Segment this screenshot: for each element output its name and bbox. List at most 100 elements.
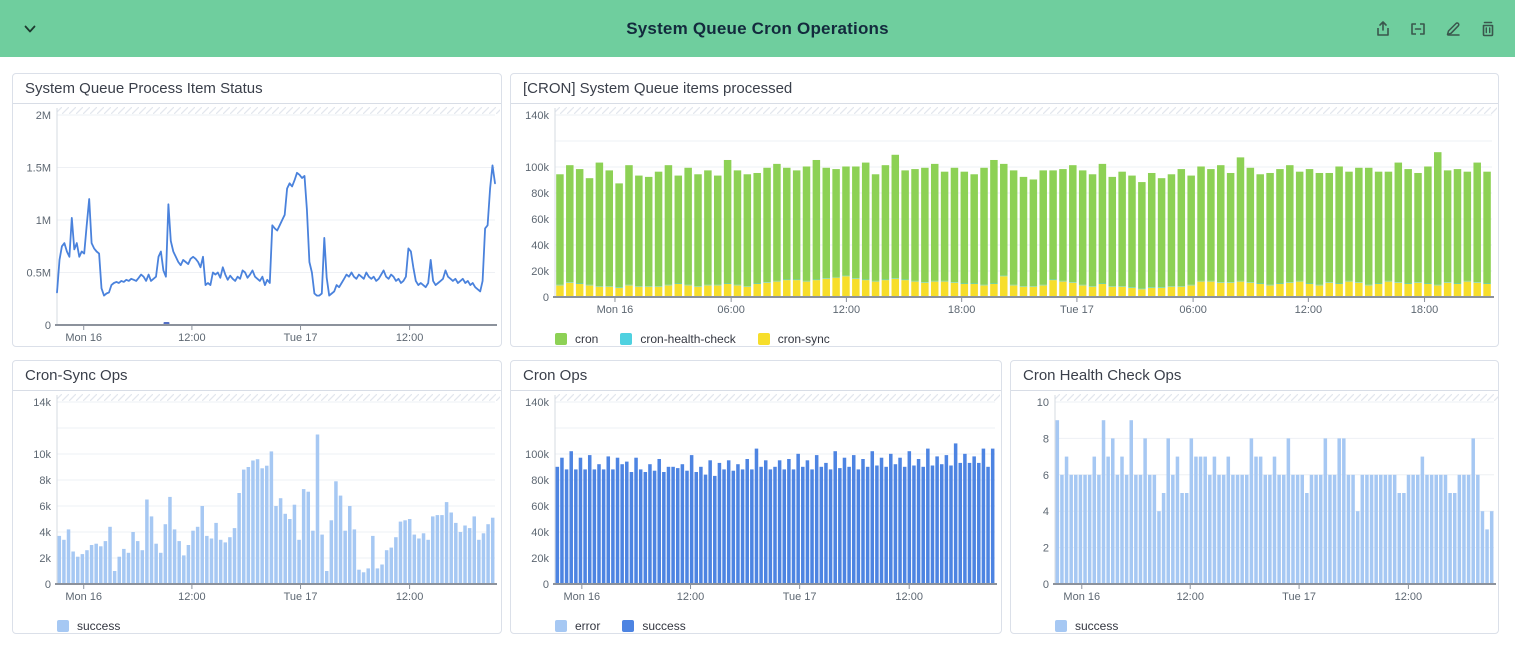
panel-title: Cron-Sync Ops: [13, 361, 501, 391]
svg-text:12:00: 12:00: [1295, 304, 1323, 316]
svg-text:Tue 17: Tue 17: [284, 591, 318, 603]
chart-area[interactable]: 02k4k6k8k10k14kMon 1612:00Tue 1712:00: [13, 391, 501, 611]
legend-label: cron: [575, 332, 598, 346]
chart-legend[interactable]: success: [57, 616, 501, 634]
stacked-bar-chart: 020k40k60k80k100k140kMon 1612:00Tue 1712…: [511, 394, 1001, 606]
panel-items-processed: [CRON] System Queue items processed 0 20k…: [510, 73, 1499, 347]
svg-text:4k: 4k: [39, 527, 51, 539]
panel-title: System Queue Process Item Status: [13, 74, 501, 104]
legend-swatch: [555, 333, 567, 345]
edit-icon: [1444, 20, 1462, 38]
panel-title: Cron Ops: [511, 361, 1001, 391]
panel-cron-ops: Cron Ops 020k40k60k80k100k140kMon 1612:0…: [510, 360, 1002, 634]
svg-text:12:00: 12:00: [396, 591, 424, 603]
copy-to-dashboard-button[interactable]: [1407, 18, 1429, 40]
svg-text:12:00: 12:00: [677, 591, 705, 603]
header-actions: [1372, 18, 1499, 40]
legend-item-success[interactable]: success: [622, 619, 685, 633]
svg-text:60k: 60k: [531, 214, 549, 226]
legend-swatch: [620, 333, 632, 345]
svg-text:Mon 16: Mon 16: [65, 591, 102, 603]
svg-text:Mon 16: Mon 16: [1063, 591, 1100, 603]
svg-text:Tue 17: Tue 17: [783, 591, 817, 603]
legend-label: cron-health-check: [640, 332, 735, 346]
chart-area[interactable]: 00.5M1M1.5M2MMon 1612:00Tue 1712:00: [13, 104, 501, 347]
svg-text:1.5M: 1.5M: [27, 163, 51, 175]
svg-text:Tue 17: Tue 17: [1282, 591, 1316, 603]
bar-chart: 0246810Mon 1612:00Tue 1712:00: [1011, 394, 1499, 606]
svg-text:4: 4: [1043, 506, 1049, 518]
svg-text:06:00: 06:00: [1179, 304, 1207, 316]
svg-text:Mon 16: Mon 16: [65, 332, 102, 344]
svg-text:Tue 17: Tue 17: [1060, 304, 1094, 316]
panel-title: [CRON] System Queue items processed: [511, 74, 1498, 104]
legend-label: success: [77, 619, 120, 633]
chart-legend[interactable]: success: [1055, 616, 1498, 634]
legend-item-success[interactable]: success: [57, 619, 120, 633]
panel-cron-health-check-ops: Cron Health Check Ops 0246810Mon 1612:00…: [1010, 360, 1499, 634]
dashboard-title: System Queue Cron Operations: [0, 19, 1515, 39]
legend-label: cron-sync: [778, 332, 830, 346]
svg-text:8k: 8k: [39, 475, 51, 487]
svg-text:12:00: 12:00: [178, 591, 206, 603]
svg-text:12:00: 12:00: [1176, 591, 1204, 603]
svg-text:2M: 2M: [36, 110, 51, 122]
chart-area[interactable]: 020k40k60k80k100k140kMon 1612:00Tue 1712…: [511, 391, 1001, 611]
edit-button[interactable]: [1442, 18, 1464, 40]
export-button[interactable]: [1372, 18, 1394, 40]
svg-text:Tue 17: Tue 17: [284, 332, 318, 344]
svg-text:0.5M: 0.5M: [27, 268, 51, 280]
legend-item-error[interactable]: error: [555, 619, 600, 633]
legend-item-success[interactable]: success: [1055, 619, 1118, 633]
svg-text:20k: 20k: [531, 266, 549, 278]
svg-text:100k: 100k: [525, 162, 549, 174]
svg-text:0: 0: [543, 292, 549, 304]
legend-swatch: [622, 620, 634, 632]
legend-item-cron-sync[interactable]: cron-sync: [758, 332, 830, 346]
export-icon: [1374, 20, 1392, 38]
svg-text:18:00: 18:00: [1411, 304, 1439, 316]
svg-text:60k: 60k: [531, 501, 549, 513]
line-chart: 00.5M1M1.5M2MMon 1612:00Tue 1712:00: [13, 107, 501, 347]
panel-process-item-status: System Queue Process Item Status 00.5M1M…: [12, 73, 502, 347]
svg-text:20k: 20k: [531, 553, 549, 565]
svg-text:140k: 140k: [525, 397, 549, 409]
legend-label: error: [575, 619, 600, 633]
svg-text:10k: 10k: [33, 449, 51, 461]
chart-area[interactable]: 0 20k 40k 60k 80k 100k 140k Mon 16 06:00 12:00 18:…: [511, 104, 1498, 324]
chart-legend[interactable]: cron cron-health-check cron-sync: [555, 329, 1498, 347]
svg-text:Mon 16: Mon 16: [597, 304, 634, 316]
svg-text:0: 0: [45, 579, 51, 591]
panel-cron-sync-ops: Cron-Sync Ops 02k4k6k8k10k14kMon 1612:00…: [12, 360, 502, 634]
chart-area[interactable]: 0246810Mon 1612:00Tue 1712:00: [1011, 391, 1498, 611]
svg-text:2k: 2k: [39, 553, 51, 565]
copy-to-dashboard-icon: [1409, 20, 1427, 38]
svg-text:0: 0: [543, 579, 549, 591]
panel-title: Cron Health Check Ops: [1011, 361, 1498, 391]
svg-text:12:00: 12:00: [895, 591, 923, 603]
svg-text:80k: 80k: [531, 188, 549, 200]
dashboard-header: System Queue Cron Operations: [0, 0, 1515, 57]
svg-text:100k: 100k: [525, 449, 549, 461]
delete-icon: [1479, 20, 1497, 38]
delete-button[interactable]: [1477, 18, 1499, 40]
svg-text:6: 6: [1043, 470, 1049, 482]
bar-chart: 02k4k6k8k10k14kMon 1612:00Tue 1712:00: [13, 394, 501, 606]
svg-text:18:00: 18:00: [948, 304, 976, 316]
svg-text:0: 0: [1043, 579, 1049, 591]
legend-swatch: [555, 620, 567, 632]
svg-text:140k: 140k: [525, 110, 549, 122]
legend-swatch: [758, 333, 770, 345]
svg-text:40k: 40k: [531, 240, 549, 252]
svg-text:0: 0: [45, 320, 51, 332]
legend-item-cron[interactable]: cron: [555, 332, 598, 346]
svg-text:40k: 40k: [531, 527, 549, 539]
chart-legend[interactable]: error success: [555, 616, 1001, 634]
svg-text:12:00: 12:00: [396, 332, 424, 344]
svg-text:Mon 16: Mon 16: [563, 591, 600, 603]
legend-label: success: [1075, 619, 1118, 633]
svg-text:12:00: 12:00: [1395, 591, 1423, 603]
legend-item-cron-health-check[interactable]: cron-health-check: [620, 332, 735, 346]
svg-text:12:00: 12:00: [178, 332, 206, 344]
svg-text:8: 8: [1043, 433, 1049, 445]
